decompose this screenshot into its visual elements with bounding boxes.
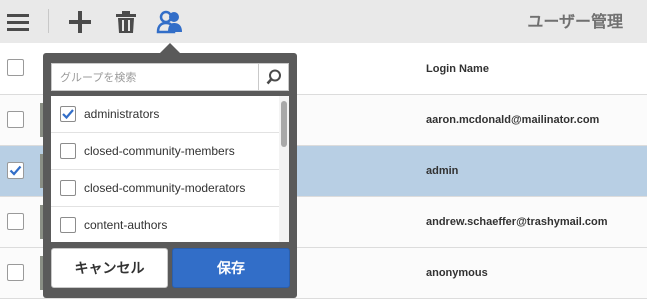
row-checkbox[interactable] bbox=[7, 111, 24, 128]
hamburger-icon[interactable] bbox=[4, 0, 32, 43]
group-label: administrators bbox=[84, 107, 160, 121]
row-login: anonymous bbox=[426, 267, 488, 279]
scrollbar[interactable] bbox=[279, 96, 289, 242]
group-item[interactable]: closed-community-members bbox=[51, 133, 279, 170]
group-icon[interactable] bbox=[155, 0, 185, 43]
row-checkbox[interactable] bbox=[7, 213, 24, 230]
search-button[interactable] bbox=[258, 64, 288, 90]
row-login: andrew.schaeffer@trashymail.com bbox=[426, 216, 608, 228]
row-checkbox[interactable] bbox=[7, 162, 24, 179]
save-button[interactable]: 保存 bbox=[172, 248, 290, 288]
group-search-input[interactable] bbox=[52, 64, 257, 90]
cancel-button[interactable]: キャンセル bbox=[51, 248, 168, 288]
page-title: ユーザー管理 bbox=[527, 12, 623, 31]
trash-icon[interactable] bbox=[112, 0, 140, 43]
select-all-checkbox[interactable] bbox=[7, 59, 24, 76]
group-checkbox[interactable] bbox=[60, 180, 76, 196]
group-item[interactable]: content-authors bbox=[51, 207, 279, 242]
row-login: admin bbox=[426, 165, 459, 177]
toolbar: ユーザー管理 bbox=[0, 0, 647, 43]
search-icon bbox=[266, 69, 281, 85]
group-list: administrators closed-community-members … bbox=[51, 96, 289, 242]
group-checkbox[interactable] bbox=[60, 217, 76, 233]
group-label: closed-community-moderators bbox=[84, 181, 246, 195]
row-login: aaron.mcdonald@mailinator.com bbox=[426, 114, 600, 126]
popover-arrow bbox=[160, 43, 180, 53]
group-item[interactable]: closed-community-moderators bbox=[51, 170, 279, 207]
group-label: content-authors bbox=[84, 218, 168, 232]
row-checkbox[interactable] bbox=[7, 264, 24, 281]
toolbar-divider bbox=[48, 9, 49, 33]
checkmark-icon bbox=[9, 165, 22, 176]
group-search bbox=[51, 63, 289, 91]
group-checkbox[interactable] bbox=[60, 106, 76, 122]
checkmark-icon bbox=[62, 109, 74, 120]
add-icon[interactable] bbox=[66, 0, 94, 43]
group-item[interactable]: administrators bbox=[51, 96, 279, 133]
group-label: closed-community-members bbox=[84, 144, 235, 158]
group-checkbox[interactable] bbox=[60, 143, 76, 159]
group-filter-popover: administrators closed-community-members … bbox=[43, 53, 297, 298]
scrollbar-thumb[interactable] bbox=[281, 101, 287, 147]
column-header-login: Login Name bbox=[426, 63, 489, 75]
